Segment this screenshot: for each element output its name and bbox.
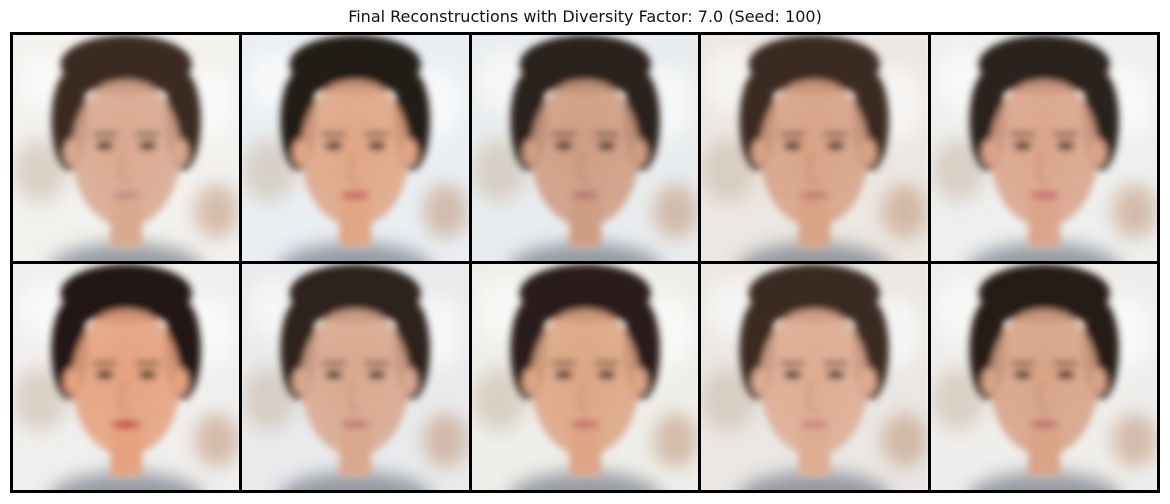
reconstruction-image [930,35,1157,261]
face-reconstruction-5 [930,35,1157,261]
reconstruction-image [13,264,240,490]
reconstruction-image [471,35,699,261]
face-reconstruction-6 [13,264,240,490]
reconstruction-image [13,35,240,261]
reconstruction-image [242,35,469,261]
reconstruction-image [701,264,928,490]
reconstruction-image [701,35,928,261]
face-reconstruction-2 [242,35,469,261]
face-reconstruction-10 [930,264,1157,490]
face-reconstruction-8 [471,264,699,490]
image-grid [13,35,1157,490]
image-grid-frame [10,32,1160,493]
figure-title: Final Reconstructions with Diversity Fac… [348,7,822,26]
face-reconstruction-9 [701,264,928,490]
face-reconstruction-3 [471,35,699,261]
face-reconstruction-7 [242,264,469,490]
reconstruction-image [242,264,469,490]
reconstruction-image [930,264,1157,490]
face-reconstruction-1 [13,35,240,261]
reconstruction-image [471,264,699,490]
face-reconstruction-4 [701,35,928,261]
